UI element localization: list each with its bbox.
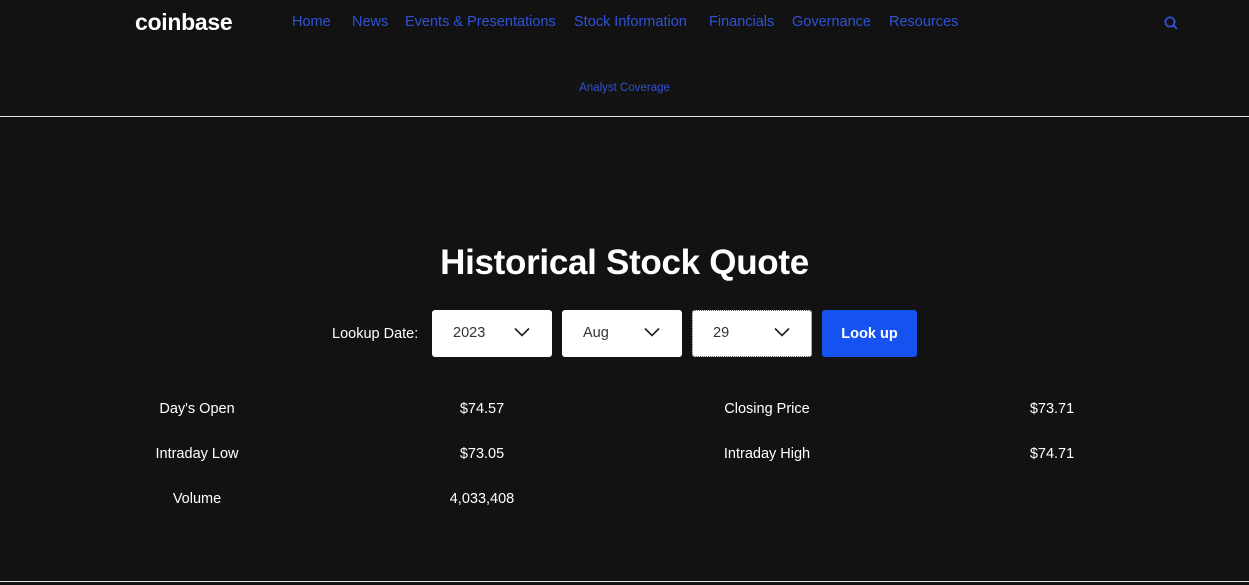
chevron-down-icon — [644, 327, 660, 337]
sub-navigation: Analyst Coverage — [0, 60, 1249, 116]
nav-stock-information[interactable]: Stock Information — [574, 14, 687, 30]
nav-resources[interactable]: Resources — [889, 14, 958, 30]
intraday-low-label: Intraday Low — [155, 446, 239, 462]
year-select[interactable]: 2023 — [432, 310, 552, 357]
intraday-low-value: $73.05 — [459, 446, 505, 462]
top-navigation-bar: coinbase Home News Events & Presentation… — [0, 0, 1249, 46]
days-open-value: $74.57 — [459, 401, 505, 417]
nav-home[interactable]: Home — [292, 14, 331, 30]
volume-label: Volume — [172, 491, 222, 507]
coinbase-logo[interactable]: coinbase — [135, 9, 233, 36]
nav-governance[interactable]: Governance — [792, 14, 871, 30]
closing-price-label: Closing Price — [724, 401, 810, 417]
month-select[interactable]: Aug — [562, 310, 682, 357]
chevron-down-icon — [774, 327, 790, 337]
closing-price-value: $73.71 — [1029, 401, 1075, 417]
intraday-high-value: $74.71 — [1029, 446, 1075, 462]
nav-financials[interactable]: Financials — [709, 14, 774, 30]
page-title: Historical Stock Quote — [440, 243, 809, 282]
days-open-label: Day's Open — [159, 401, 235, 417]
day-select[interactable]: 29 — [692, 310, 812, 357]
month-value: Aug — [583, 325, 609, 341]
lookup-date-label: Lookup Date: — [332, 326, 419, 342]
divider — [0, 581, 1249, 582]
look-up-button[interactable]: Look up — [822, 310, 917, 357]
day-value: 29 — [713, 325, 730, 341]
volume-value: 4,033,408 — [449, 491, 515, 507]
subnav-analyst-coverage[interactable]: Analyst Coverage — [0, 82, 1249, 94]
intraday-high-label: Intraday High — [723, 446, 811, 462]
search-icon[interactable] — [1163, 15, 1179, 31]
year-value: 2023 — [453, 325, 486, 341]
divider — [0, 116, 1249, 117]
nav-news[interactable]: News — [352, 14, 388, 30]
chevron-down-icon — [514, 327, 530, 337]
nav-events-presentations[interactable]: Events & Presentations — [405, 14, 556, 30]
